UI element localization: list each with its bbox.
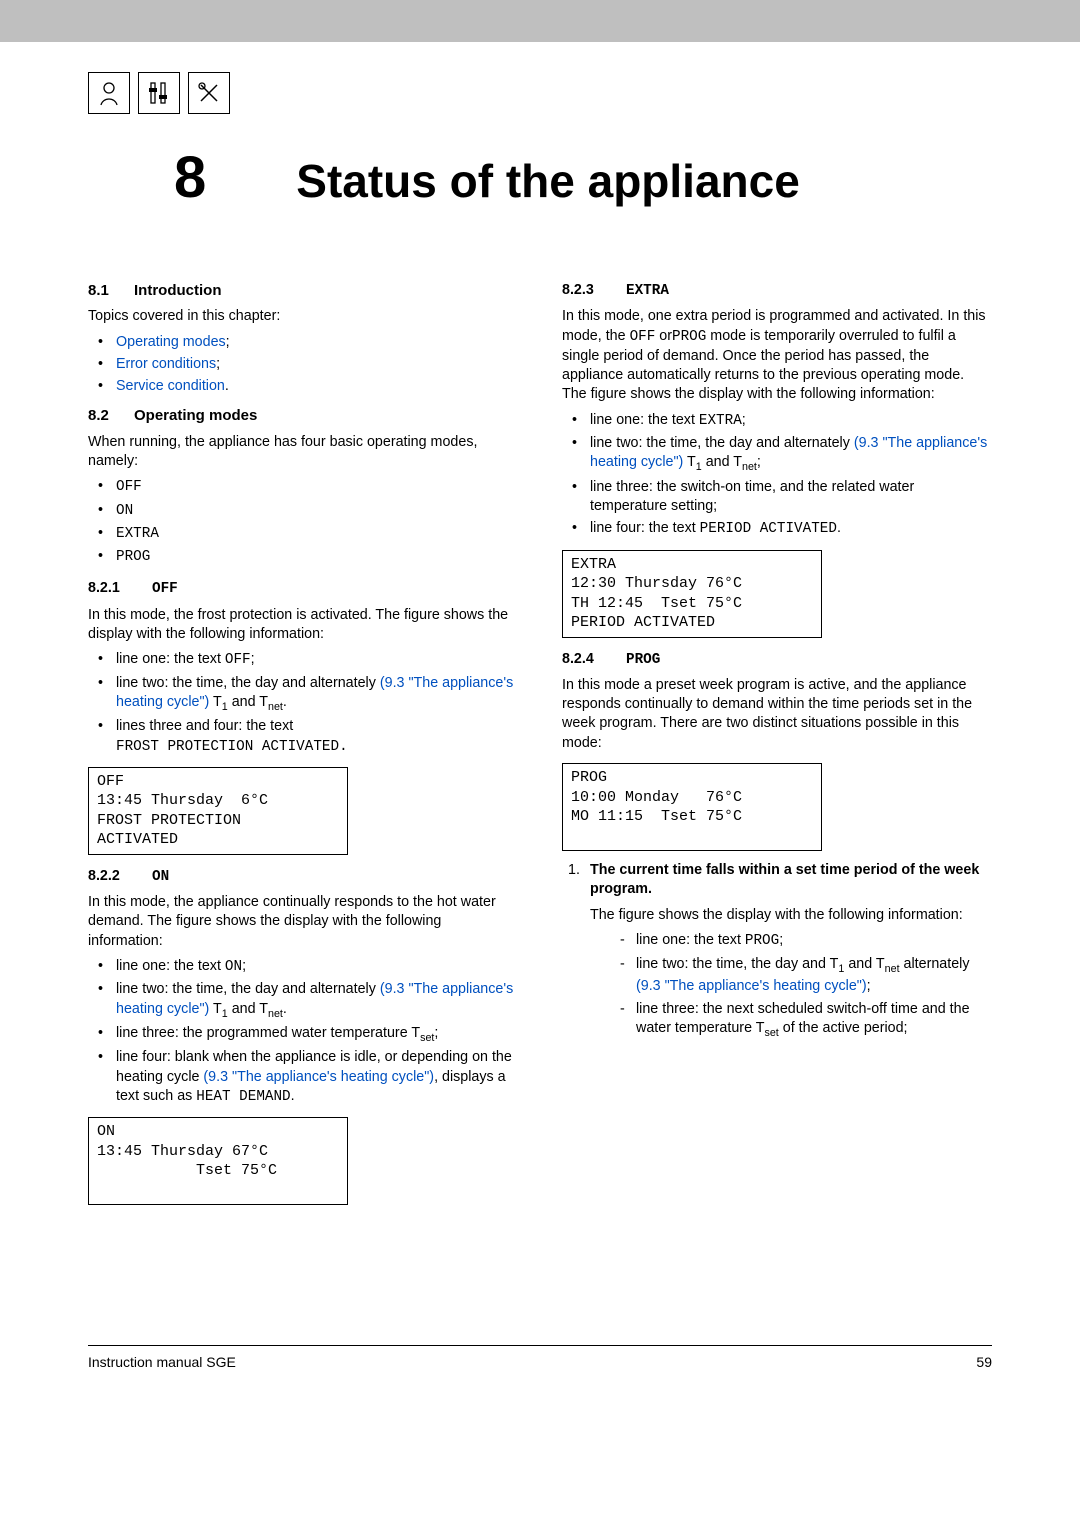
section-8-2-1: 8.2.1OFF: [88, 579, 518, 599]
link-service-condition[interactable]: Service condition.: [88, 377, 518, 396]
link-error-conditions[interactable]: Error conditions;: [88, 355, 518, 374]
modes-intro: When running, the appliance has four bas…: [88, 433, 518, 472]
left-column: 8.1Introduction Topics covered in this c…: [88, 281, 518, 1215]
section-8-2-4: 8.2.4PROG: [562, 650, 992, 670]
section-8-2-2: 8.2.2ON: [88, 867, 518, 887]
header-bar: [0, 0, 1080, 42]
chapter-heading: 8 Status of the appliance: [88, 144, 992, 211]
chapter-title: Status of the appliance: [296, 156, 800, 207]
lcd-prog: PROG 10:00 Monday 76°C MO 11:15 Tset 75°…: [562, 763, 822, 851]
extra-intro: In this mode, one extra period is progra…: [562, 307, 992, 404]
situation-1-desc: The figure shows the display with the fo…: [590, 906, 992, 925]
page-number: 59: [976, 1354, 992, 1370]
mode-prog: PROG: [88, 547, 518, 567]
off-bullets: line one: the text OFF; line two: the ti…: [88, 650, 518, 757]
link-operating-modes[interactable]: Operating modes;: [88, 333, 518, 352]
off-intro: In this mode, the frost protection is ac…: [88, 606, 518, 645]
lcd-extra: EXTRA 12:30 Thursday 76°C TH 12:45 Tset …: [562, 550, 822, 638]
page: 8 Status of the appliance 8.1Introductio…: [0, 42, 1080, 1410]
mode-extra: EXTRA: [88, 524, 518, 544]
modes-list: OFF ON EXTRA PROG: [88, 477, 518, 567]
link-heating-cycle[interactable]: (9.3 "The appliance's heating cycle"): [203, 1069, 434, 1085]
footer-title: Instruction manual SGE: [88, 1354, 236, 1370]
settings-icon: [138, 72, 180, 114]
lcd-off: OFF 13:45 Thursday 6°C FROST PROTECTION …: [88, 767, 348, 855]
mode-on: ON: [88, 501, 518, 521]
situation-1-title: The current time falls within a set time…: [590, 862, 979, 897]
footer: Instruction manual SGE 59: [88, 1345, 992, 1370]
section-8-2: 8.2Operating modes: [88, 406, 518, 426]
prog-intro: In this mode a preset week program is ac…: [562, 676, 992, 753]
right-column: 8.2.3EXTRA In this mode, one extra perio…: [562, 281, 992, 1215]
extra-bullets: line one: the text EXTRA; line two: the …: [562, 411, 992, 540]
mode-off: OFF: [88, 477, 518, 497]
tools-icon: [188, 72, 230, 114]
section-8-1: 8.1Introduction: [88, 281, 518, 301]
user-icon: [88, 72, 130, 114]
chapter-number: 8: [88, 144, 206, 211]
prog-situation-list: 1.The current time falls within a set ti…: [562, 861, 992, 1040]
section-8-2-3: 8.2.3EXTRA: [562, 281, 992, 301]
on-intro: In this mode, the appliance continually …: [88, 893, 518, 951]
situation-1-bullets: line one: the text PROG; line two: the t…: [608, 931, 992, 1041]
lcd-on: ON 13:45 Thursday 67°C Tset 75°C: [88, 1117, 348, 1205]
intro-text: Topics covered in this chapter:: [88, 307, 518, 326]
icon-row: [88, 72, 992, 114]
link-heating-cycle[interactable]: (9.3 "The appliance's heating cycle"): [636, 978, 867, 994]
topic-list: Operating modes; Error conditions; Servi…: [88, 333, 518, 397]
on-bullets: line one: the text ON; line two: the tim…: [88, 957, 518, 1107]
